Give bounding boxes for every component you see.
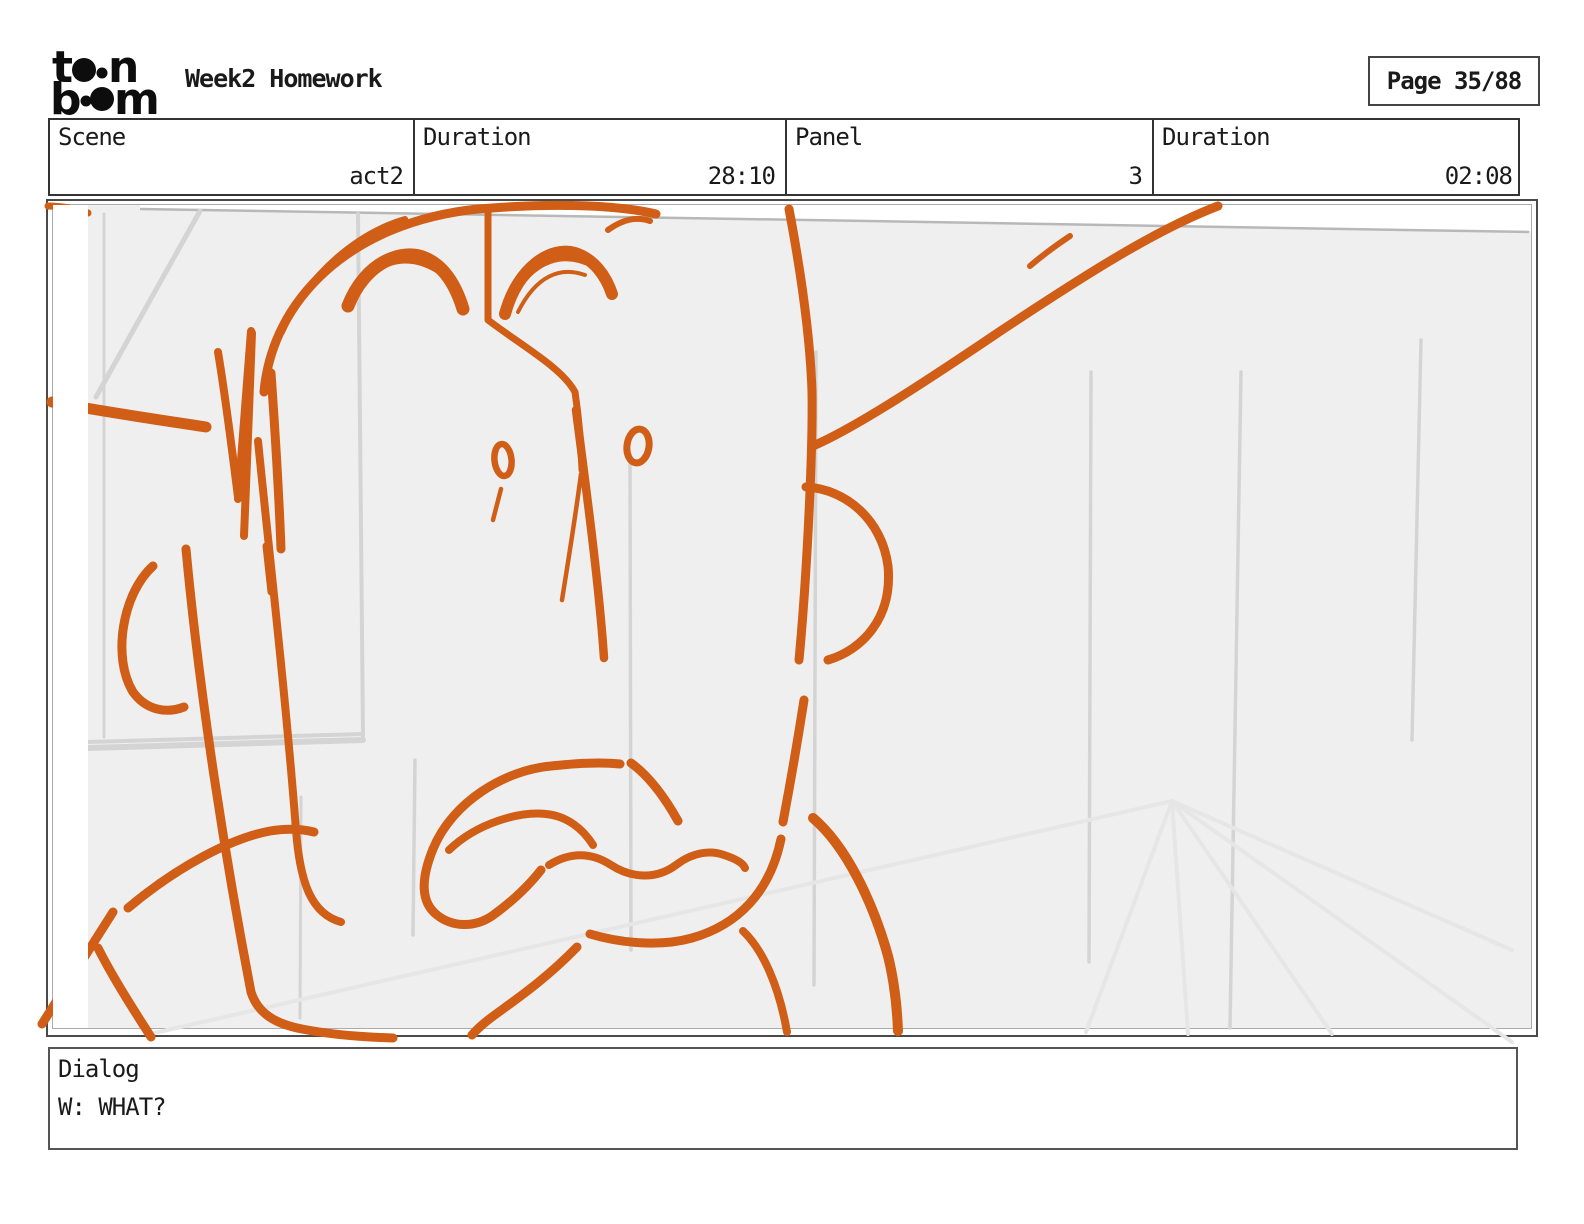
dialog-box: Dialog W: WHAT? [48,1047,1518,1150]
dialog-label: Dialog [58,1055,140,1083]
dialog-text: W: WHAT? [58,1093,167,1121]
storyboard-panel-drawing [37,199,1538,1044]
panel-paper-margin [53,205,88,1028]
